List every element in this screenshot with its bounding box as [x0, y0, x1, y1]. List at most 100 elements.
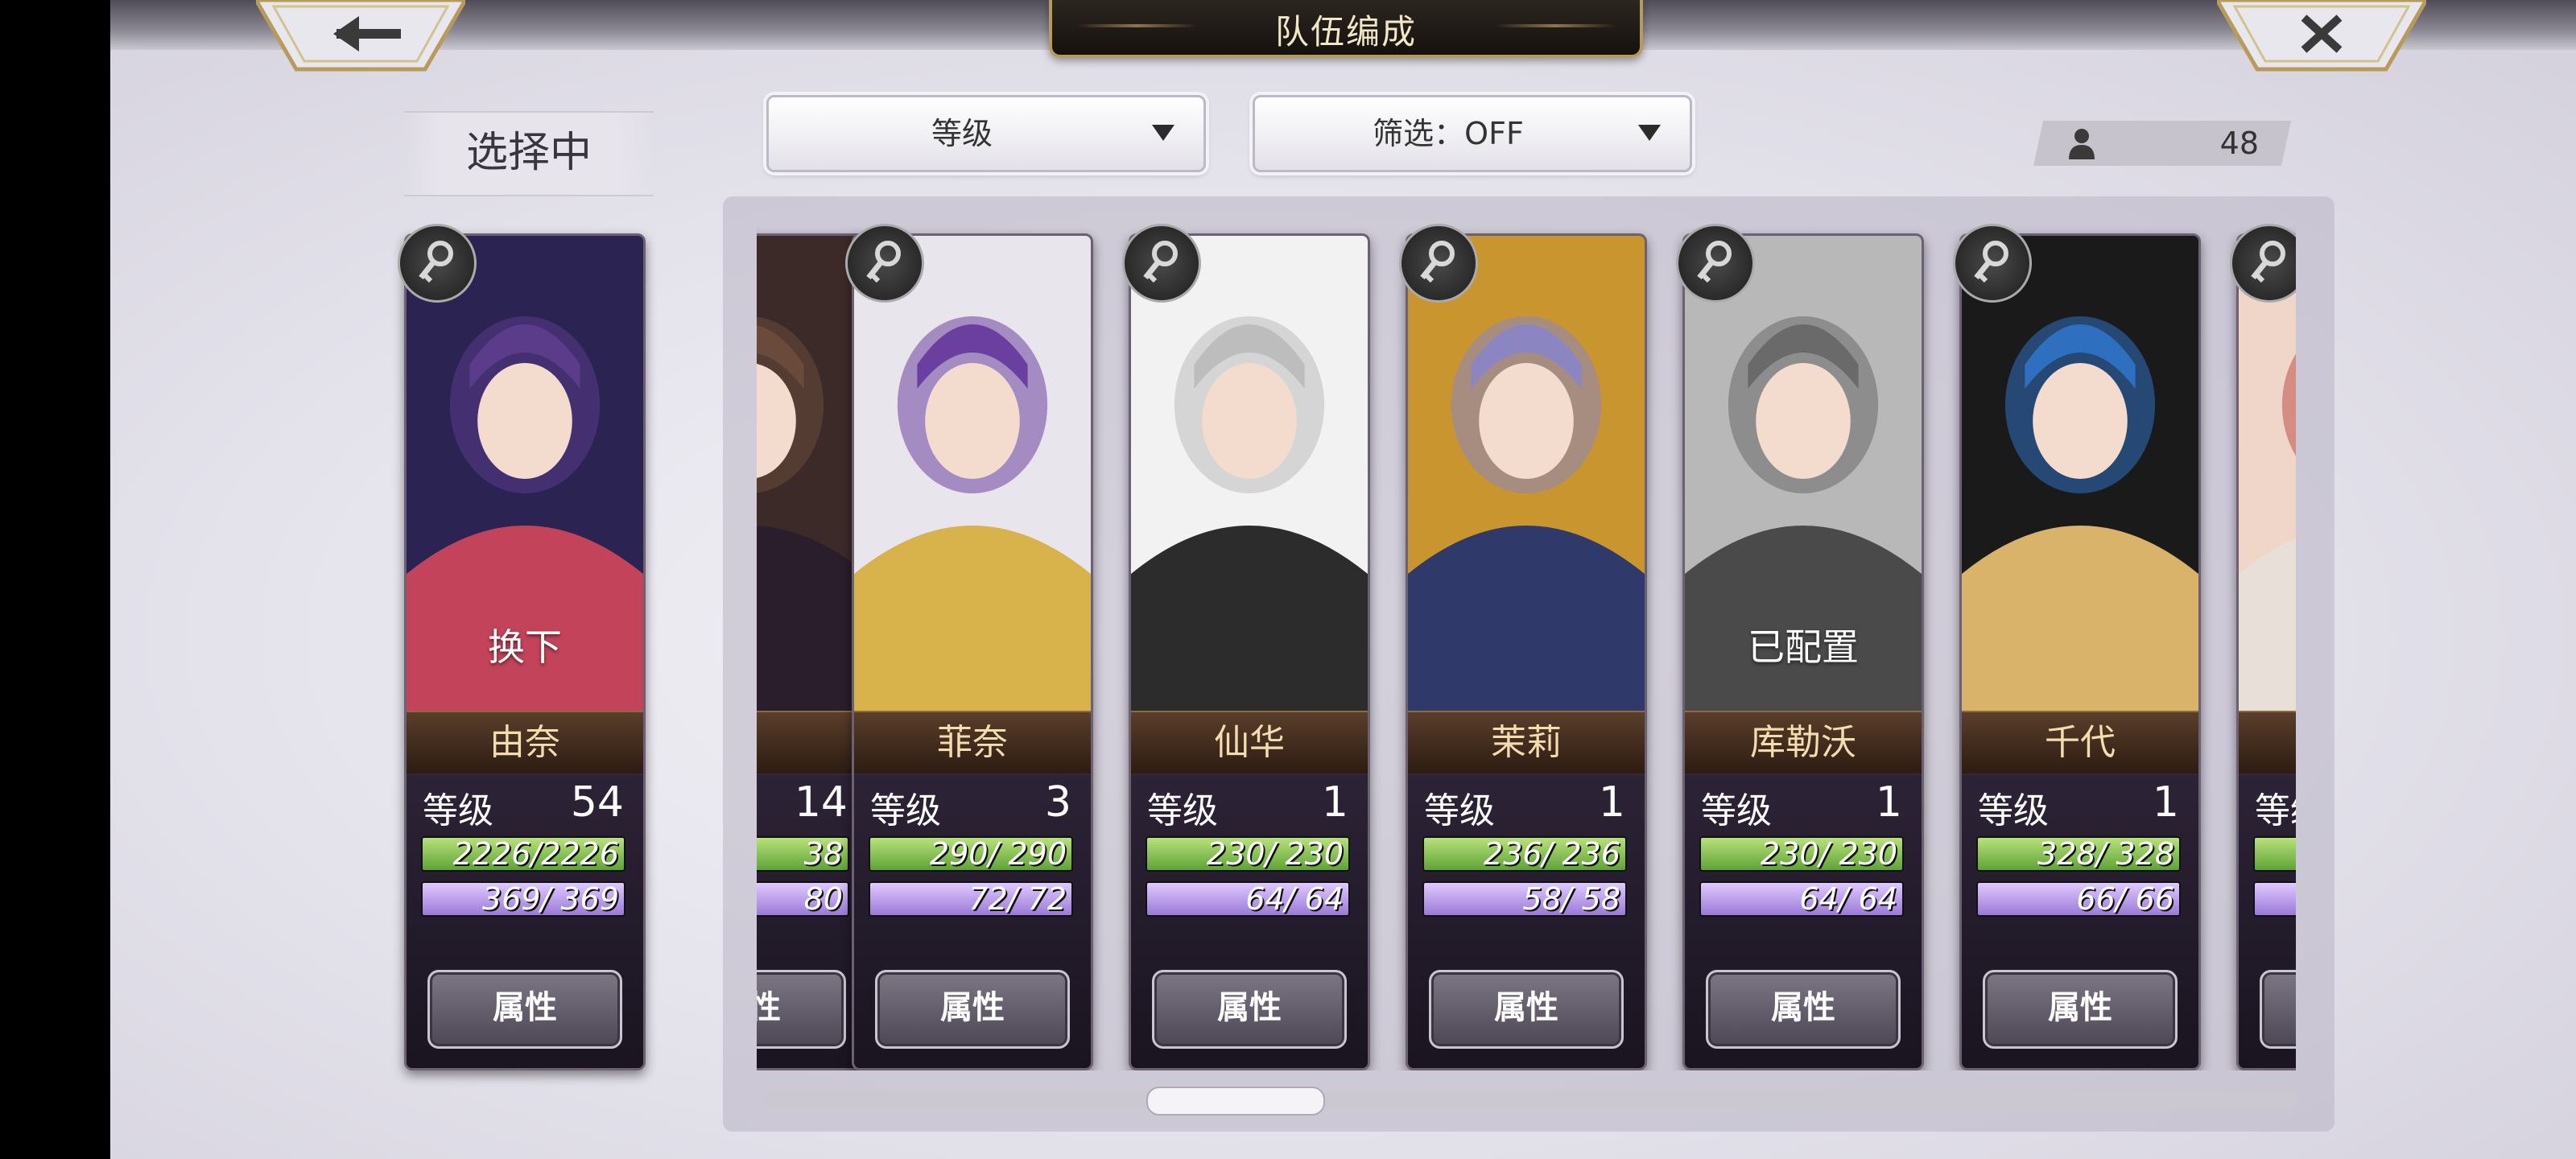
mp-value: 64/ 64	[1245, 881, 1344, 917]
mp-value: 66/ 66	[2076, 881, 2174, 917]
selecting-label-box: 选择中	[404, 111, 654, 196]
level-value: 54	[570, 778, 624, 827]
attributes-button-label: 属性	[1217, 989, 1282, 1026]
level-value: 14	[794, 778, 848, 827]
mp-value: 64/ 64	[1799, 881, 1897, 917]
character-name: 库勒沃	[1750, 722, 1856, 763]
key-icon	[419, 241, 453, 283]
close-button[interactable]	[2217, 0, 2426, 72]
character-portrait	[854, 236, 1091, 711]
attributes-button[interactable]: 属性	[1706, 970, 1901, 1049]
character-card[interactable]: 菲奈 等级 3 290/ 290 72/ 72 属性	[845, 224, 1093, 1070]
name-band: 菲奈	[854, 711, 1091, 775]
arrow-left-icon	[256, 0, 465, 72]
key-icon	[1697, 241, 1732, 283]
filter-dropdown[interactable]: 筛选：OFF	[1253, 95, 1692, 172]
character-name: 茉莉	[1491, 722, 1562, 763]
roster-list[interactable]: 等级143880属性菲奈等级3290/ 29072/ 72属性仙华等级1230/…	[757, 217, 2296, 1070]
selected-character-card[interactable]: 换下 由奈 等级 54 2226/2226 369/ 369 属性	[398, 224, 646, 1070]
name-band: 由奈	[407, 711, 643, 775]
card-frame: 等级 2 属性	[2236, 233, 2296, 1070]
character-portrait	[1962, 236, 2198, 711]
hp-bar: 236/ 236	[1422, 836, 1627, 872]
mp-bar: 58/ 58	[1422, 881, 1627, 917]
mp-bar: 64/ 64	[1699, 881, 1904, 917]
mp-value: 58/ 58	[1522, 881, 1620, 917]
level-row: 等级 1	[1147, 778, 1348, 831]
character-card[interactable]: 千代 等级 1 328/ 328 66/ 66 属性	[1953, 224, 2201, 1070]
hp-bar: 328/ 328	[1976, 836, 2181, 872]
attributes-button-label: 属性	[493, 989, 557, 1026]
character-name: 菲奈	[937, 722, 1008, 763]
card-frame: 换下 由奈 等级 54 2226/2226 369/ 369 属性	[404, 233, 646, 1070]
level-row: 等级 1	[1978, 778, 2179, 831]
chevron-down-icon	[1152, 125, 1174, 141]
attributes-button-label: 属性	[2048, 989, 2112, 1026]
hp-value: 236/ 236	[1484, 836, 1620, 872]
hp-value: 290/ 290	[930, 836, 1067, 872]
name-band: 库勒沃	[1685, 711, 1922, 775]
stats-panel: 等级 54 2226/2226 369/ 369 属性	[407, 773, 643, 1068]
page-title: 队伍编成	[1274, 12, 1417, 52]
card-frame: 菲奈 等级 3 290/ 290 72/ 72 属性	[852, 233, 1093, 1070]
mp-bar	[2253, 881, 2296, 917]
mp-bar: 80	[757, 881, 849, 917]
mp-bar: 369/ 369	[421, 881, 625, 917]
hp-value: 2226/2226	[452, 836, 619, 872]
hp-bar: 230/ 230	[1146, 836, 1350, 872]
roster-scrollbar[interactable]	[763, 1092, 2297, 1108]
stats-panel: 等级 1 230/ 230 64/ 64 属性	[1685, 773, 1922, 1068]
mp-value: 369/ 369	[482, 881, 619, 917]
character-card[interactable]: 仙华 等级 1 230/ 230 64/ 64 属性	[1122, 224, 1370, 1070]
roster-scrollbar-thumb[interactable]	[1146, 1087, 1325, 1116]
level-label: 等级	[1978, 790, 2049, 831]
attributes-button[interactable]: 属性	[875, 970, 1070, 1049]
hp-bar: 230/ 230	[1699, 836, 1904, 872]
roster-count-value: 48	[2219, 126, 2259, 161]
character-type-badge	[1122, 224, 1201, 303]
character-portrait	[757, 236, 867, 711]
level-value: 3	[1044, 778, 1071, 827]
character-portrait	[1131, 236, 1368, 711]
hp-value: 230/ 230	[1761, 836, 1897, 872]
attributes-button[interactable]: 属性	[2260, 970, 2296, 1049]
key-icon	[1143, 241, 1178, 283]
key-icon	[1420, 241, 1455, 283]
card-status-overlay: 换下	[488, 625, 562, 669]
hp-bar: 2226/2226	[421, 836, 625, 872]
card-frame: 茉莉 等级 1 236/ 236 58/ 58 属性	[1406, 233, 1647, 1070]
level-row: 等级 3	[870, 778, 1071, 831]
character-card[interactable]: 等级 2 属性	[2230, 224, 2296, 1070]
character-card[interactable]: 茉莉 等级 1 236/ 236 58/ 58 属性	[1399, 224, 1647, 1070]
hp-value: 230/ 230	[1207, 836, 1344, 872]
attributes-button-label: 属性	[940, 989, 1005, 1026]
character-name: 由奈	[489, 722, 560, 763]
character-card[interactable]: 已配置 库勒沃 等级 1 230/ 230 64/ 64 属性	[1676, 224, 1924, 1070]
hp-bar: 290/ 290	[869, 836, 1073, 872]
mp-value: 80	[803, 881, 843, 917]
level-value: 1	[1598, 778, 1625, 827]
stats-panel: 等级 3 290/ 290 72/ 72 属性	[854, 773, 1091, 1068]
name-band	[757, 711, 867, 775]
level-label: 等级	[1701, 790, 1772, 831]
attributes-button[interactable]: 属性	[1429, 970, 1624, 1049]
mp-bar-fill	[2255, 883, 2296, 915]
attributes-button[interactable]: 属性	[1152, 970, 1347, 1049]
character-type-badge	[398, 224, 477, 303]
card-frame: 仙华 等级 1 230/ 230 64/ 64 属性	[1129, 233, 1370, 1070]
sort-dropdown[interactable]: 等级	[766, 95, 1206, 172]
level-value: 1	[1321, 778, 1348, 827]
attributes-button[interactable]: 属性	[427, 970, 622, 1049]
hp-bar-fill	[2255, 838, 2296, 870]
key-icon	[1974, 241, 2008, 283]
roster-count: 48	[2033, 121, 2291, 166]
hp-bar: 38	[757, 836, 849, 872]
attributes-button[interactable]: 属性	[1983, 970, 2178, 1049]
selecting-label: 选择中	[465, 129, 592, 177]
attributes-button[interactable]: 属性	[757, 970, 846, 1049]
attributes-button-label: 属性	[2262, 972, 2296, 1043]
filter-dropdown-label: 筛选：OFF	[1373, 116, 1524, 151]
back-button[interactable]	[256, 0, 465, 72]
character-type-badge	[1399, 224, 1478, 303]
card-frame: 已配置 库勒沃 等级 1 230/ 230 64/ 64 属性	[1682, 233, 1924, 1070]
